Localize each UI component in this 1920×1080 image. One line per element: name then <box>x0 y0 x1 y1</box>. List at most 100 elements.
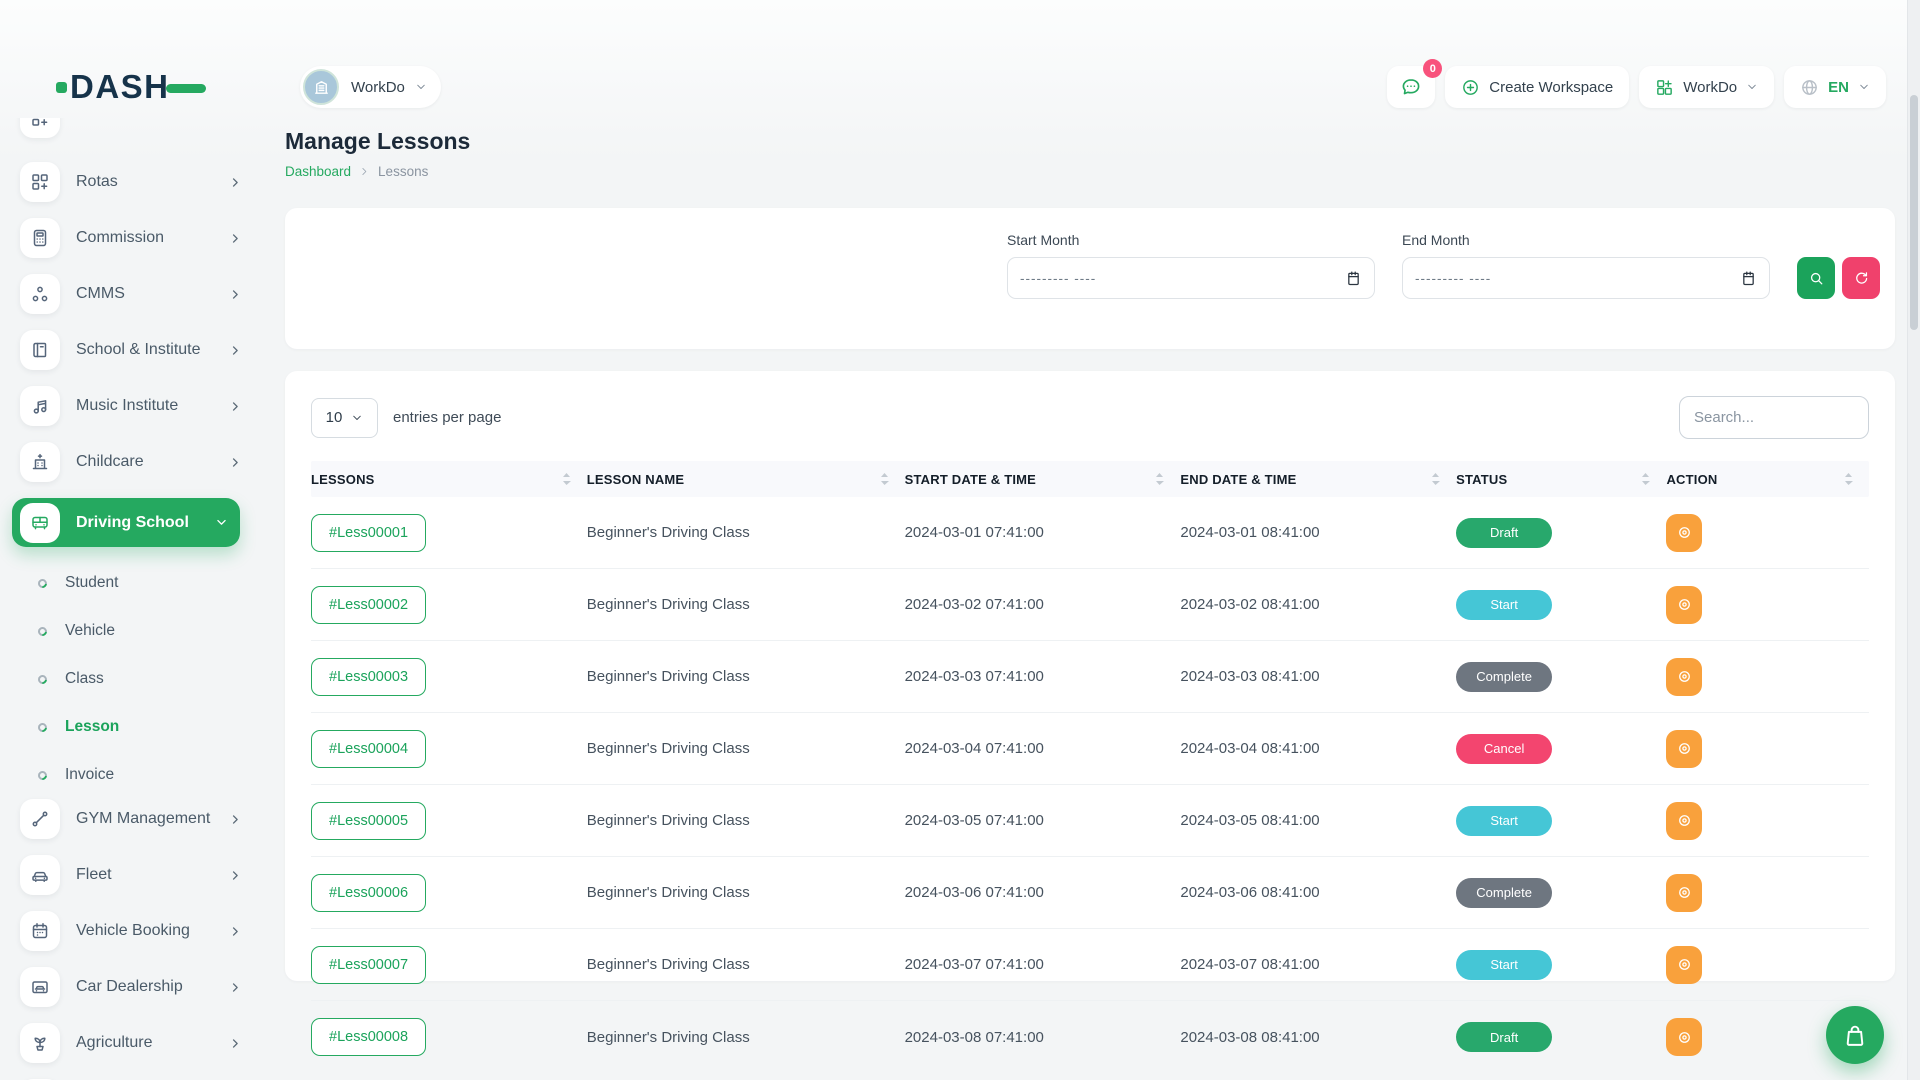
book-icon <box>20 330 60 370</box>
column-header-end-date-time[interactable]: END DATE & TIME <box>1180 472 1456 487</box>
sidebar-item-car-dealership[interactable]: Car Dealership <box>20 967 242 1007</box>
sidebar: DASH Rotas Commission CMMS <box>0 0 256 1080</box>
sidebar-item-rotas[interactable]: Rotas <box>20 162 242 202</box>
chev-right-icon <box>229 288 242 301</box>
logo-dot <box>56 82 67 93</box>
view-lesson-button[interactable] <box>1666 802 1702 840</box>
lesson-name-cell: Beginner's Driving Class <box>587 884 905 901</box>
status-badge: Draft <box>1456 518 1552 548</box>
table-row: #Less00005 Beginner's Driving Class 2024… <box>311 785 1869 857</box>
end-date-cell: 2024-03-07 08:41:00 <box>1180 956 1456 973</box>
lesson-id-cell: #Less00006 <box>311 874 587 912</box>
column-header-status[interactable]: STATUS <box>1456 472 1666 487</box>
sidebar-item-agriculture[interactable]: Agriculture <box>20 1023 242 1063</box>
filter-buttons <box>1797 257 1880 299</box>
sidebar-item-label: Rotas <box>76 173 229 191</box>
nodes-icon <box>20 274 60 314</box>
sidebar-item-label: Fleet <box>76 866 229 884</box>
column-header-lessons[interactable]: LESSONS <box>311 472 587 487</box>
filter-search-button[interactable] <box>1797 257 1835 299</box>
action-cell <box>1666 658 1869 696</box>
workspace-switcher[interactable]: WorkDo <box>300 66 441 108</box>
sidebar-item-clipped[interactable] <box>20 118 242 138</box>
date-placeholder: --------- ---- <box>1415 271 1491 286</box>
breadcrumb-dashboard-link[interactable]: Dashboard <box>285 164 351 179</box>
sidebar-item-label: Agriculture <box>76 1034 229 1052</box>
sidebar-item-label: Vehicle Booking <box>76 922 229 940</box>
end-month-input[interactable]: --------- ---- <box>1402 257 1770 299</box>
chev-right-icon <box>229 981 242 994</box>
column-label: STATUS <box>1456 472 1507 487</box>
shopping-bag-icon <box>1842 1022 1868 1048</box>
building-plus-icon <box>20 442 60 482</box>
action-cell <box>1666 514 1869 552</box>
view-lesson-button[interactable] <box>1666 1018 1702 1056</box>
sidebar-subitem-lesson[interactable]: Lesson <box>38 703 256 751</box>
chev-right-icon <box>229 344 242 357</box>
filter-row: Start Month --------- ---- End Month ---… <box>1007 232 1880 299</box>
page-title: Manage Lessons <box>285 128 1895 155</box>
bullet-icon <box>36 769 49 782</box>
sidebar-item-music-institute[interactable]: Music Institute <box>20 386 242 426</box>
page-scrollbar[interactable] <box>1907 0 1920 1080</box>
workspace-name: WorkDo <box>351 79 405 96</box>
filter-reset-button[interactable] <box>1842 257 1880 299</box>
language-dropdown[interactable]: EN <box>1784 66 1886 108</box>
view-lesson-button[interactable] <box>1666 514 1702 552</box>
view-lesson-button[interactable] <box>1666 658 1702 696</box>
sidebar-item-commission[interactable]: Commission <box>20 218 242 258</box>
view-lesson-button[interactable] <box>1666 586 1702 624</box>
eye-icon <box>1676 812 1693 829</box>
view-lesson-button[interactable] <box>1666 730 1702 768</box>
messages-button[interactable]: 0 <box>1387 66 1435 108</box>
sidebar-subitem-label: Vehicle <box>65 622 115 640</box>
sidebar-item-cmms[interactable]: CMMS <box>20 274 242 314</box>
column-header-action[interactable]: ACTION <box>1666 472 1869 487</box>
sidebar-subitem-invoice[interactable]: Invoice <box>38 751 256 799</box>
globe-icon <box>1800 78 1819 97</box>
sidebar-subitem-student[interactable]: Student <box>38 559 256 607</box>
column-header-start-date-time[interactable]: START DATE & TIME <box>905 472 1181 487</box>
end-date-cell: 2024-03-05 08:41:00 <box>1180 812 1456 829</box>
eye-icon <box>1676 740 1693 757</box>
status-badge: Cancel <box>1456 734 1552 764</box>
page-size-select[interactable]: 10 <box>311 398 378 438</box>
sidebar-item-school-institute[interactable]: School & Institute <box>20 330 242 370</box>
app-workspace-dropdown[interactable]: WorkDo <box>1639 66 1774 108</box>
dash-logo[interactable]: DASH <box>56 70 206 103</box>
sidebar-item-gym-management[interactable]: GYM Management <box>20 799 242 839</box>
sidebar-item-vehicle-booking[interactable]: Vehicle Booking <box>20 911 242 951</box>
sort-arrows-icon <box>562 472 571 486</box>
view-lesson-button[interactable] <box>1666 874 1702 912</box>
sidebar-item-label: GYM Management <box>76 810 229 828</box>
page-size-value: 10 <box>326 409 343 426</box>
table-row: #Less00001 Beginner's Driving Class 2024… <box>311 497 1869 569</box>
sort-arrows-icon <box>1641 472 1650 486</box>
bus-icon <box>20 503 60 543</box>
sidebar-item-childcare[interactable]: Childcare <box>20 442 242 482</box>
status-cell: Start <box>1456 806 1666 836</box>
start-date-cell: 2024-03-03 07:41:00 <box>905 668 1181 685</box>
sidebar-item-driving-school[interactable]: Driving School <box>12 498 240 547</box>
column-label: LESSONS <box>311 472 375 487</box>
marketplace-fab-button[interactable] <box>1826 1006 1884 1064</box>
calendar-icon <box>1740 270 1757 287</box>
status-badge: Start <box>1456 806 1552 836</box>
table-row: #Less00003 Beginner's Driving Class 2024… <box>311 641 1869 713</box>
column-header-lesson-name[interactable]: LESSON NAME <box>587 472 905 487</box>
sidebar-subitem-vehicle[interactable]: Vehicle <box>38 607 256 655</box>
sidebar-item-fleet[interactable]: Fleet <box>20 855 242 895</box>
chev-right-icon <box>229 869 242 882</box>
table-search-input[interactable] <box>1679 396 1869 439</box>
sidebar-subitem-class[interactable]: Class <box>38 655 256 703</box>
lesson-id-cell: #Less00001 <box>311 514 587 552</box>
table-row: #Less00008 Beginner's Driving Class 2024… <box>311 1001 1869 1073</box>
action-cell <box>1666 802 1869 840</box>
view-lesson-button[interactable] <box>1666 946 1702 984</box>
table-row: #Less00007 Beginner's Driving Class 2024… <box>311 929 1869 1001</box>
eye-icon <box>1676 668 1693 685</box>
create-workspace-button[interactable]: Create Workspace <box>1445 66 1629 108</box>
lesson-id-cell: #Less00004 <box>311 730 587 768</box>
scrollbar-thumb[interactable] <box>1910 95 1918 330</box>
start-month-input[interactable]: --------- ---- <box>1007 257 1375 299</box>
